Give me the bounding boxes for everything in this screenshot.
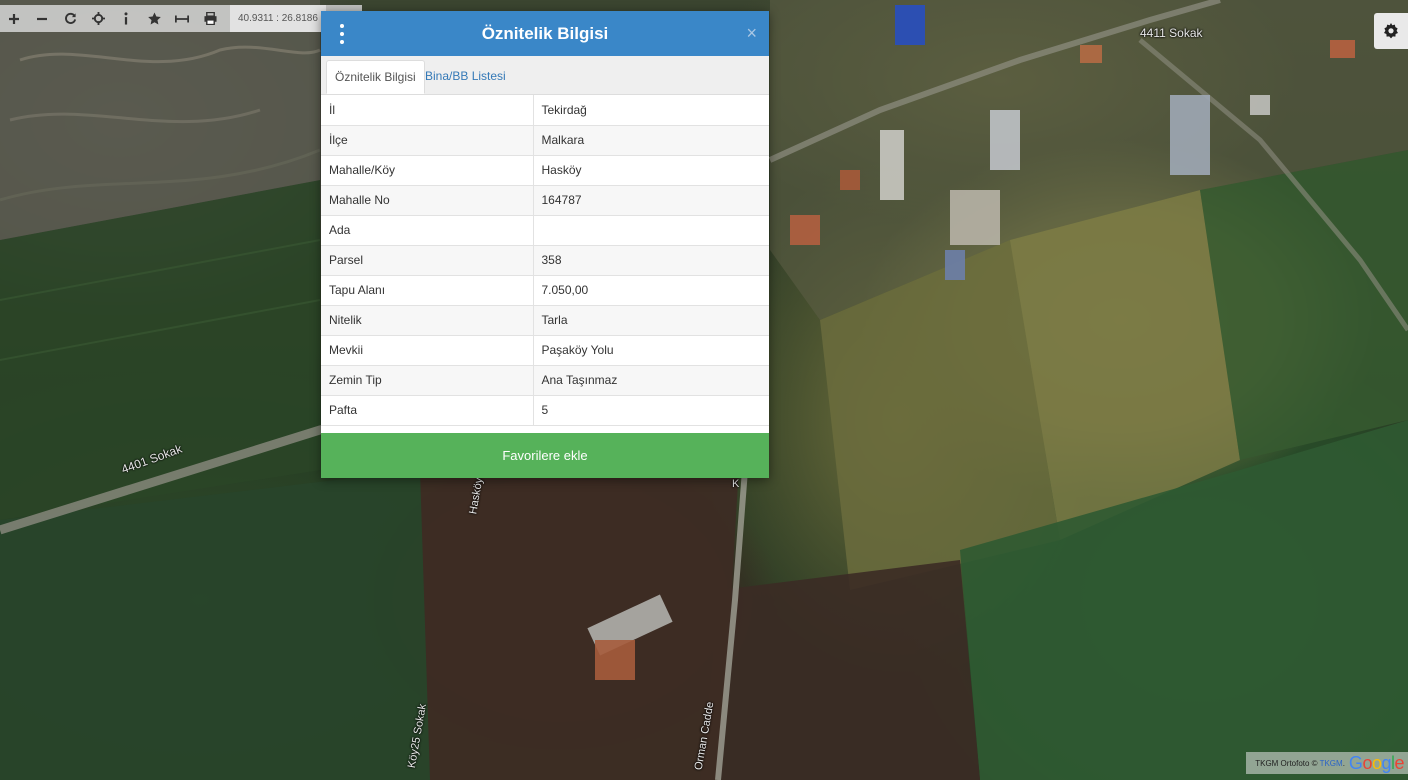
refresh-icon[interactable] [56, 5, 84, 32]
attribute-key: İlçe [321, 125, 534, 156]
settings-button[interactable] [1374, 13, 1408, 49]
coordinates-readout: 40.9311 : 26.8186 [230, 5, 326, 32]
road-label: 4411 Sokak [1140, 26, 1203, 40]
close-icon[interactable]: × [746, 23, 757, 43]
attribute-value: Malkara [533, 125, 769, 156]
table-row: Parsel 358 [321, 245, 769, 276]
tab-building-list[interactable]: Bina/BB Listesi [417, 60, 514, 94]
table-row: İl Tekirdağ [321, 95, 769, 126]
road-label: K [732, 478, 740, 490]
attribute-key: Tapu Alanı [321, 275, 534, 306]
attribute-key: Nitelik [321, 305, 534, 336]
table-row: Zemin Tip Ana Taşınmaz [321, 365, 769, 396]
map-toolbar: 40.9311 : 26.8186 [0, 5, 362, 32]
table-row: Ada [321, 215, 769, 246]
measure-icon[interactable] [168, 5, 196, 32]
table-row: Tapu Alanı 7.050,00 [321, 275, 769, 306]
dialog-tabs: Öznitelik Bilgisi Bina/BB Listesi [321, 56, 769, 95]
table-row: Nitelik Tarla [321, 305, 769, 336]
attribute-value: 164787 [533, 185, 769, 216]
attribute-key: Ada [321, 215, 534, 246]
google-logo: Google [1348, 752, 1405, 773]
attribute-value: 5 [533, 395, 769, 426]
attribute-value: 358 [533, 245, 769, 276]
attribute-value: Hasköy [533, 155, 769, 186]
table-row: Pafta 5 [321, 395, 769, 426]
attribution-text: TKGM Ortofoto © [1255, 758, 1318, 768]
table-row: Mahalle/Köy Hasköy [321, 155, 769, 186]
attribute-info-dialog: Öznitelik Bilgisi × Öznitelik Bilgisi Bi… [321, 11, 769, 478]
zoom-out-icon[interactable] [28, 5, 56, 32]
attribute-key: İl [321, 95, 534, 126]
attribution-link[interactable]: TKGM [1320, 759, 1343, 768]
star-icon[interactable] [140, 5, 168, 32]
dialog-header: Öznitelik Bilgisi × [321, 11, 769, 56]
attribute-value: Paşaköy Yolu [533, 335, 769, 366]
table-row: İlçe Malkara [321, 125, 769, 156]
attribute-value: Ana Taşınmaz [533, 365, 769, 396]
attribute-value [533, 215, 769, 246]
attribute-key: Zemin Tip [321, 365, 534, 396]
table-row: Mahalle No 164787 [321, 185, 769, 216]
attribute-key: Pafta [321, 395, 534, 426]
attribute-table: İl Tekirdağ İlçe Malkara Mahalle/Köy Hasköy Ma… [321, 95, 769, 426]
attribute-value: Tarla [533, 305, 769, 336]
map-attribution: TKGM Ortofoto © TKGM. Google [1246, 752, 1408, 774]
attribute-value: Tekirdağ [533, 95, 769, 126]
zoom-in-icon[interactable] [0, 5, 28, 32]
attribute-key: Mahalle No [321, 185, 534, 216]
attribute-key: Mevkii [321, 335, 534, 366]
attribution-period: . [1342, 758, 1345, 768]
info-icon[interactable] [112, 5, 140, 32]
menu-dots-icon[interactable] [335, 24, 349, 44]
gear-icon [1384, 23, 1398, 39]
print-icon[interactable] [196, 5, 224, 32]
table-row: Mevkii Paşaköy Yolu [321, 335, 769, 366]
crosshair-icon[interactable] [84, 5, 112, 32]
attribute-key: Mahalle/Köy [321, 155, 534, 186]
dialog-title: Öznitelik Bilgisi [481, 23, 609, 43]
attribute-key: Parsel [321, 245, 534, 276]
add-to-favorites-button[interactable]: Favorilere ekle [321, 433, 769, 478]
attribute-value: 7.050,00 [533, 275, 769, 306]
tab-attribute-info[interactable]: Öznitelik Bilgisi [326, 60, 425, 94]
